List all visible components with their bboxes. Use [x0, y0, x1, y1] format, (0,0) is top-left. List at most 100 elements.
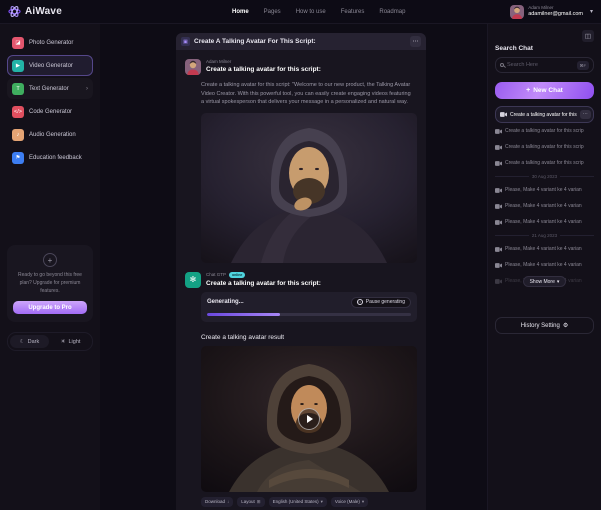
chat-item-label: Please, Make 4 variant ke 4 varian [505, 187, 582, 193]
play-icon [307, 415, 313, 423]
author-name: Adam Milner [206, 59, 231, 64]
sidebar-item-education-feedback[interactable]: ⚑ Education feedback [7, 147, 93, 168]
shortcut-badge: ⌘F [577, 61, 589, 70]
message-list: Adam Milner Create a talking avatar for … [176, 50, 426, 510]
sun-icon: ☀ [61, 339, 66, 345]
chat-item-label: Create a talking avatar for this scrip [505, 144, 584, 150]
chat-history-item[interactable]: Please, Make 4 variant ke 4 varian [495, 241, 594, 257]
chat-history-item[interactable]: Create a talking avatar for this scrip [495, 139, 594, 155]
chevron-down-icon[interactable]: ▾ [590, 8, 593, 15]
chevron-right-icon: › [86, 86, 88, 92]
sidebar-item-label: Photo Generator [29, 40, 73, 46]
user-avatar [510, 5, 524, 19]
chat-history-item-active[interactable]: Create a talking avatar for this ⋯ [495, 106, 594, 123]
video-camera-icon [495, 204, 502, 209]
result-toolbar: Download ↓ Layout ⊞ English (United Stat… [201, 497, 417, 507]
video-generator-icon: ▶ [12, 60, 24, 72]
sidebar-item-code-generator[interactable]: </> Code Generator [7, 101, 93, 122]
chat-item-label: Please, Make 4 variant ke 4 varian [505, 219, 582, 225]
history-setting-button[interactable]: History Setting ⚙ [495, 317, 594, 334]
chevron-down-icon: ▾ [321, 499, 323, 505]
pause-icon: II [357, 299, 363, 305]
chatbot-icon: ✻ [185, 272, 201, 288]
brand[interactable]: AiWave [8, 5, 104, 18]
language-dropdown[interactable]: English (United States) ▾ [269, 497, 327, 507]
new-chat-label: New Chat [533, 87, 563, 94]
nav-item-pages[interactable]: Pages [264, 9, 281, 15]
upgrade-to-pro-button[interactable]: Upgrade to Pro [13, 301, 87, 314]
chat-history-item[interactable]: Create a talking avatar for this scrip [495, 155, 594, 171]
plus-icon: + [526, 87, 530, 94]
show-more-label: Show More [530, 279, 555, 285]
show-more-button[interactable]: Show More ▾ [523, 276, 567, 287]
page-title: Create A Talking Avatar For This Script: [194, 38, 316, 45]
layout-icon: ⊞ [257, 499, 261, 505]
top-header: AiWave Home Pages How to use Features Ro… [0, 0, 601, 24]
layout-label: Layout [241, 499, 255, 504]
sidebar-item-audio-generation[interactable]: ♪ Audio Generation [7, 124, 93, 145]
search-icon [500, 63, 504, 67]
chat-history-item[interactable]: Create a talking avatar for this scrip [495, 123, 594, 139]
light-label: Light [69, 339, 81, 345]
panel-toggle-button[interactable]: ◫ [582, 30, 594, 42]
search-box: ⌘F [495, 57, 594, 73]
sidebar-item-label: Text Generator [29, 86, 69, 92]
pause-label: Pause generating [366, 299, 405, 305]
audio-generation-icon: ♪ [12, 129, 24, 141]
user-message-avatar [185, 59, 201, 75]
generating-label: Generating... [207, 299, 244, 305]
chat-history-item[interactable]: Please, Make 4 variant ke 4 varian [495, 182, 594, 198]
video-camera-icon [495, 129, 502, 134]
progress-fill [207, 313, 280, 316]
script-avatar-image [201, 113, 417, 263]
user-profile[interactable]: Adam Milner adamilner@gmail.com ▾ [510, 5, 593, 19]
title-icon: ▣ [181, 37, 190, 46]
video-camera-icon [500, 112, 507, 117]
light-mode-button[interactable]: ☀ Light [51, 335, 90, 348]
bot-name: Chat GTP [206, 272, 226, 277]
sidebar-item-photo-generator[interactable]: ◪ Photo Generator [7, 32, 93, 53]
user-meta: Adam Milner adamilner@gmail.com [528, 5, 583, 18]
date-divider: 21 Aug 2023 [495, 233, 594, 238]
message-heading: Create a talking avatar for this script: [206, 66, 321, 73]
bot-message-header: ✻ Chat GTP online Create a talking avata… [185, 272, 417, 288]
sidebar-item-label: Education feedback [29, 155, 82, 161]
chat-item-label: Please, Make 4 variant ke 4 varian [505, 246, 582, 252]
chat-item-label: Please, Make 4 variant ke 4 varian [505, 203, 582, 209]
search-input[interactable] [507, 62, 574, 68]
sidebar-item-label: Code Generator [29, 109, 72, 115]
download-button[interactable]: Download ↓ [201, 497, 233, 507]
pause-generating-button[interactable]: II Pause generating [351, 297, 411, 308]
new-chat-button[interactable]: + New Chat [495, 82, 594, 99]
chat-history-item[interactable]: Please, Make 4 variant ke 4 varian [495, 214, 594, 230]
video-camera-icon [495, 161, 502, 166]
bot-status-badge: online [229, 272, 245, 278]
sidebar-item-label: Video Generator [29, 63, 73, 69]
dark-label: Dark [28, 339, 40, 345]
gear-icon: ⚙ [563, 322, 568, 329]
nav-item-how-to-use[interactable]: How to use [296, 9, 326, 15]
app-window: AiWave Home Pages How to use Features Ro… [0, 0, 601, 510]
video-camera-icon [495, 145, 502, 150]
history-setting-label: History Setting [521, 323, 560, 329]
chat-history-item[interactable]: Please, Make 4 variant ke 4 varian [495, 257, 594, 273]
chevron-down-icon: ▾ [557, 279, 560, 285]
chat-titlebar: ▣ Create A Talking Avatar For This Scrip… [176, 33, 426, 50]
menu-dots-button[interactable]: ⋯ [410, 36, 421, 47]
chat-history-item[interactable]: Please, Make 4 variant ke 4 varian [495, 198, 594, 214]
nav-item-features[interactable]: Features [341, 9, 365, 15]
brand-name: AiWave [25, 6, 62, 17]
nav-item-home[interactable]: Home [232, 9, 249, 15]
theme-toggle: ☾ Dark ☀ Light [7, 332, 93, 351]
photo-generator-icon: ◪ [12, 37, 24, 49]
play-button[interactable] [298, 408, 320, 430]
layout-button[interactable]: Layout ⊞ [237, 497, 264, 507]
sidebar-item-video-generator[interactable]: ▶ Video Generator [7, 55, 93, 76]
voice-dropdown[interactable]: Voice (Male) ▾ [331, 497, 368, 507]
nav-item-roadmap[interactable]: Roadmap [379, 9, 405, 15]
user-message-header: Adam Milner Create a talking avatar for … [185, 59, 417, 75]
sidebar-item-text-generator[interactable]: T Text Generator › [7, 78, 93, 99]
dark-mode-button[interactable]: ☾ Dark [10, 335, 49, 348]
video-camera-icon [495, 247, 502, 252]
more-options-button[interactable]: ⋯ [580, 110, 591, 119]
